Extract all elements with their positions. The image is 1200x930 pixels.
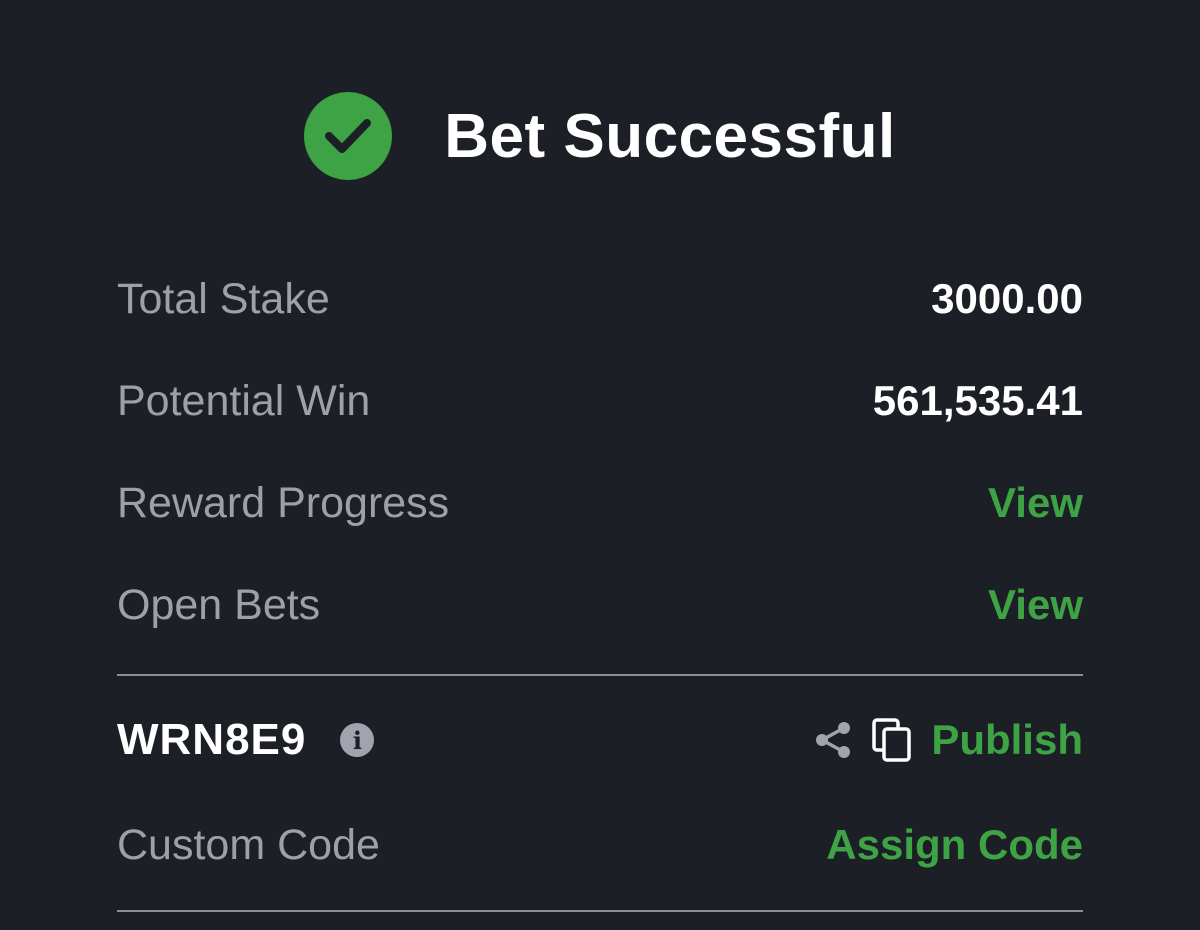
- copy-icon[interactable]: [871, 717, 913, 763]
- check-circle-icon: [304, 92, 393, 180]
- custom-code-row: Custom Code Assign Code: [117, 794, 1083, 896]
- open-bets-label: Open Bets: [117, 580, 321, 629]
- page-title: Bet Successful: [444, 101, 896, 171]
- divider: [117, 674, 1083, 676]
- divider: [117, 910, 1083, 912]
- share-icon[interactable]: [813, 720, 853, 760]
- booking-actions: Publish: [813, 716, 1083, 764]
- reward-progress-view-link[interactable]: View: [988, 479, 1083, 527]
- total-stake-value: 3000.00: [931, 275, 1083, 322]
- assign-code-button[interactable]: Assign Code: [826, 821, 1083, 869]
- bet-summary: Total Stake 3000.00 Potential Win 561,53…: [117, 248, 1083, 922]
- custom-code-label: Custom Code: [117, 820, 380, 869]
- open-bets-row: Open Bets View: [117, 554, 1083, 656]
- reward-progress-row: Reward Progress View: [117, 452, 1083, 554]
- bet-success-screen: Bet Successful Total Stake 3000.00 Poten…: [0, 0, 1200, 930]
- booking-code-row: WRN8E9 i Publish: [117, 686, 1083, 794]
- booking-code: WRN8E9: [117, 715, 307, 764]
- total-stake-label: Total Stake: [117, 274, 330, 323]
- potential-win-label: Potential Win: [117, 376, 371, 425]
- publish-button[interactable]: Publish: [931, 716, 1083, 764]
- potential-win-value: 561,535.41: [872, 377, 1083, 424]
- total-stake-row: Total Stake 3000.00: [117, 248, 1083, 350]
- header: Bet Successful: [0, 88, 1200, 184]
- booking-code-group: WRN8E9 i: [117, 715, 375, 765]
- potential-win-row: Potential Win 561,535.41: [117, 350, 1083, 452]
- open-bets-view-link[interactable]: View: [988, 581, 1083, 629]
- info-icon[interactable]: i: [340, 723, 375, 757]
- reward-progress-label: Reward Progress: [117, 478, 450, 527]
